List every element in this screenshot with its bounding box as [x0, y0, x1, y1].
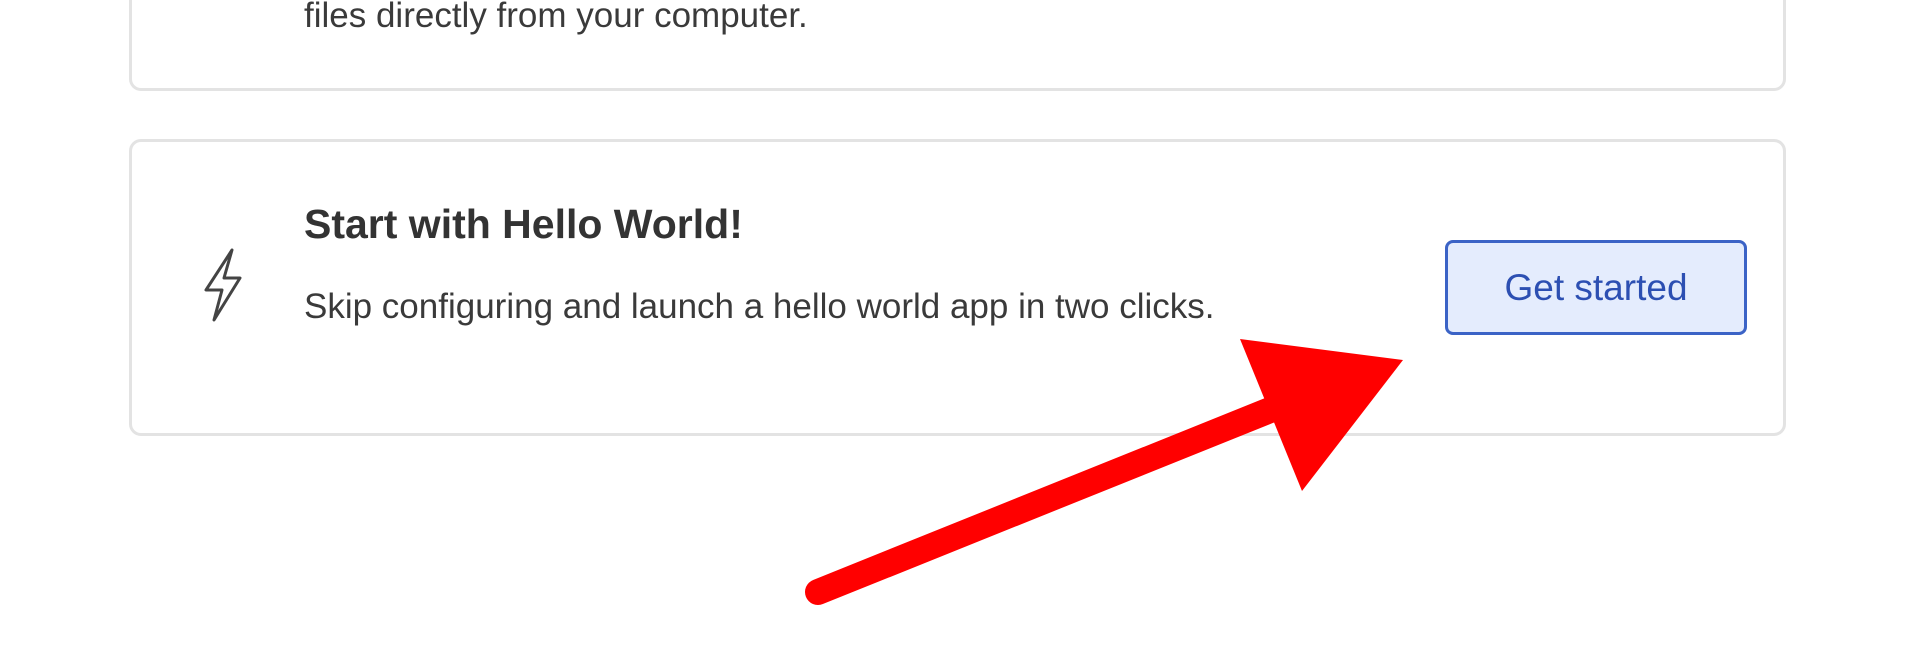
hello-world-option-card: Start with Hello World! Skip configuring…	[129, 139, 1786, 436]
lightning-bolt-icon	[204, 248, 242, 322]
previous-option-card: files directly from your computer.	[129, 0, 1786, 91]
previous-option-description: files directly from your computer.	[304, 0, 808, 35]
get-started-button[interactable]: Get started	[1445, 240, 1747, 335]
hello-world-description: Skip configuring and launch a hello worl…	[304, 287, 1215, 326]
hello-world-title: Start with Hello World!	[304, 201, 743, 247]
page: files directly from your computer. Start…	[0, 0, 1920, 651]
